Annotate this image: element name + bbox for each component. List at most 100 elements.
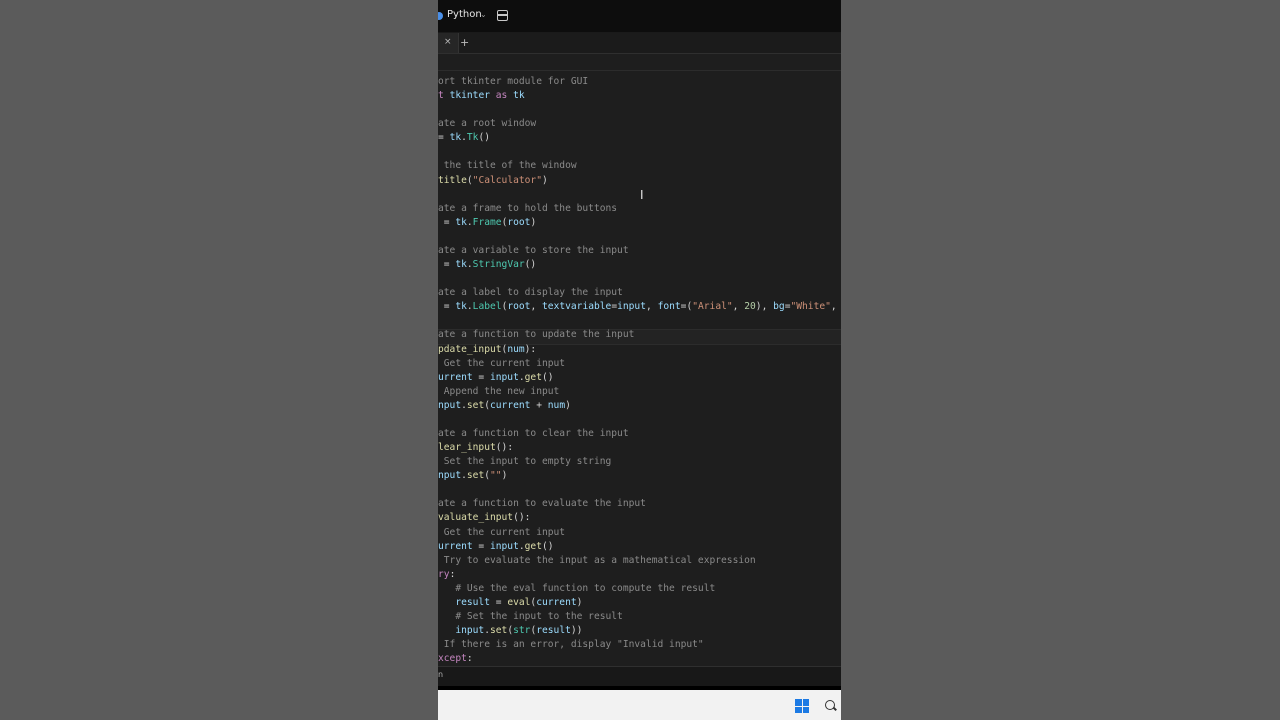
close-icon[interactable]: × [444,37,452,47]
code-line[interactable]: ate a root window [438,117,536,131]
code-token: StringVar [472,259,525,271]
code-token: = [438,259,456,271]
code-token: tk [513,90,525,102]
code-token: valuate_input [438,512,514,524]
code-token: , [646,301,658,313]
code-line[interactable]: valuate_input(): [438,511,530,525]
code-line[interactable]: Append the new input [438,385,560,399]
code-token: urrent [438,540,473,552]
code-token: Try to evaluate the input as a mathemati… [438,554,756,566]
code-line[interactable]: nput.set(current + num) [438,399,571,413]
code-token: lear_input [438,442,496,454]
code-token: : [466,653,473,665]
code-token: ) [565,399,571,411]
code-line[interactable]: pdate_input(num): [438,343,536,357]
code-line[interactable]: = tk.Label(root, textvariable=input, fon… [438,300,841,314]
code-token: "White" [790,301,831,313]
code-line[interactable]: If there is an error, display "Invalid i… [438,638,704,652]
screen-background: Python ⌄ × + ort tkinter module for GUI t… [0,0,1280,720]
code-line[interactable]: = tk.StringVar() [438,258,536,272]
code-token: bg [773,301,785,313]
code-token: = [472,540,490,552]
code-token: Get the current input [438,526,566,538]
code-line[interactable]: t tkinter as tk [438,89,525,103]
code-token: "Calculator" [472,174,542,186]
code-token: ate a frame to hold the buttons [438,202,618,214]
code-token: str [513,625,531,637]
code-line[interactable]: xcept: [438,652,473,665]
code-line[interactable]: = tk.Tk() [438,131,490,145]
add-tab-icon[interactable]: + [460,36,469,49]
code-line[interactable]: Set the input to empty string [438,455,612,469]
code-token: input [455,625,485,637]
code-line[interactable]: result = eval(current) [438,596,582,610]
code-token: nput [438,399,462,411]
layout-icon[interactable] [497,10,508,21]
code-token: Frame [472,216,502,228]
windows-start-icon[interactable] [795,699,809,713]
code-line[interactable]: Get the current input [438,357,565,371]
search-icon[interactable] [825,700,835,710]
code-editor[interactable]: ort tkinter module for GUI t tkinter as t… [438,72,841,665]
code-token: = [472,371,490,383]
code-token: tk [455,259,467,271]
code-token: "" [490,470,502,482]
code-line[interactable]: urrent = input.get() [438,540,554,554]
code-line[interactable]: ate a function to clear the input [438,427,629,441]
code-token: the title of the window [438,160,577,172]
code-token: textvariable [542,301,612,313]
code-token: ort tkinter module for GUI [438,76,589,87]
code-token: ) [541,174,548,186]
code-token: ry [438,568,450,580]
code-line[interactable]: ort tkinter module for GUI [438,75,588,89]
code-token: input [617,301,646,313]
code-line[interactable]: ate a label to display the input [438,286,623,300]
code-line[interactable]: ate a frame to hold the buttons [438,202,617,216]
code-token: ) [576,596,583,608]
code-line[interactable]: = tk.Frame(root) [438,216,536,230]
code-token: num [507,343,525,355]
status-text: n [438,670,444,679]
taskbar [438,690,841,720]
mouse-cursor-icon: I [640,188,644,202]
code-token: ) [501,470,508,482]
code-line[interactable]: ate a function to evaluate the input [438,497,646,511]
code-line[interactable]: input.set(str(result)) [438,624,582,638]
code-line[interactable]: ate a function to update the input [438,328,634,342]
code-token: = [438,216,456,228]
chevron-down-icon[interactable]: ⌄ [480,10,487,19]
file-tab[interactable]: × [438,33,459,53]
code-line[interactable]: # Use the eval function to compute the r… [438,582,715,596]
code-token: )) [570,625,583,637]
code-line[interactable]: urrent = input.get() [438,371,554,385]
code-line[interactable]: Try to evaluate the input as a mathemati… [438,554,756,568]
code-token: pdate_input [438,343,502,355]
code-line[interactable]: ry: [438,568,455,582]
code-token: t [438,90,450,102]
code-line[interactable]: # Set the input to the result [438,610,623,624]
code-line[interactable]: ate a variable to store the input [438,244,629,258]
code-token: () [541,371,554,383]
code-token: ate a root window [438,118,537,130]
tab-bar: × + [438,33,841,54]
code-token: () [478,132,491,144]
code-token: current [490,399,531,411]
code-line[interactable]: lear_input(): [438,441,513,455]
code-token: ): [524,343,537,355]
code-token: "Arial" [692,301,733,313]
code-line[interactable]: nput.set("") [438,469,507,483]
code-token: ate a label to display the input [438,287,623,299]
code-token: 20 [744,301,756,313]
code-token: ) [530,216,537,228]
code-token: urrent [438,371,473,383]
code-line[interactable]: title("Calculator") [438,174,548,188]
code-token: = [489,596,508,608]
editor-window: Python ⌄ × + ort tkinter module for GUI t… [438,0,841,720]
title-bar: Python ⌄ [438,0,841,33]
code-line[interactable]: the title of the window [438,159,577,173]
code-token: set [466,470,485,482]
language-label[interactable]: Python [447,9,482,20]
code-line[interactable]: Get the current input [438,526,565,540]
